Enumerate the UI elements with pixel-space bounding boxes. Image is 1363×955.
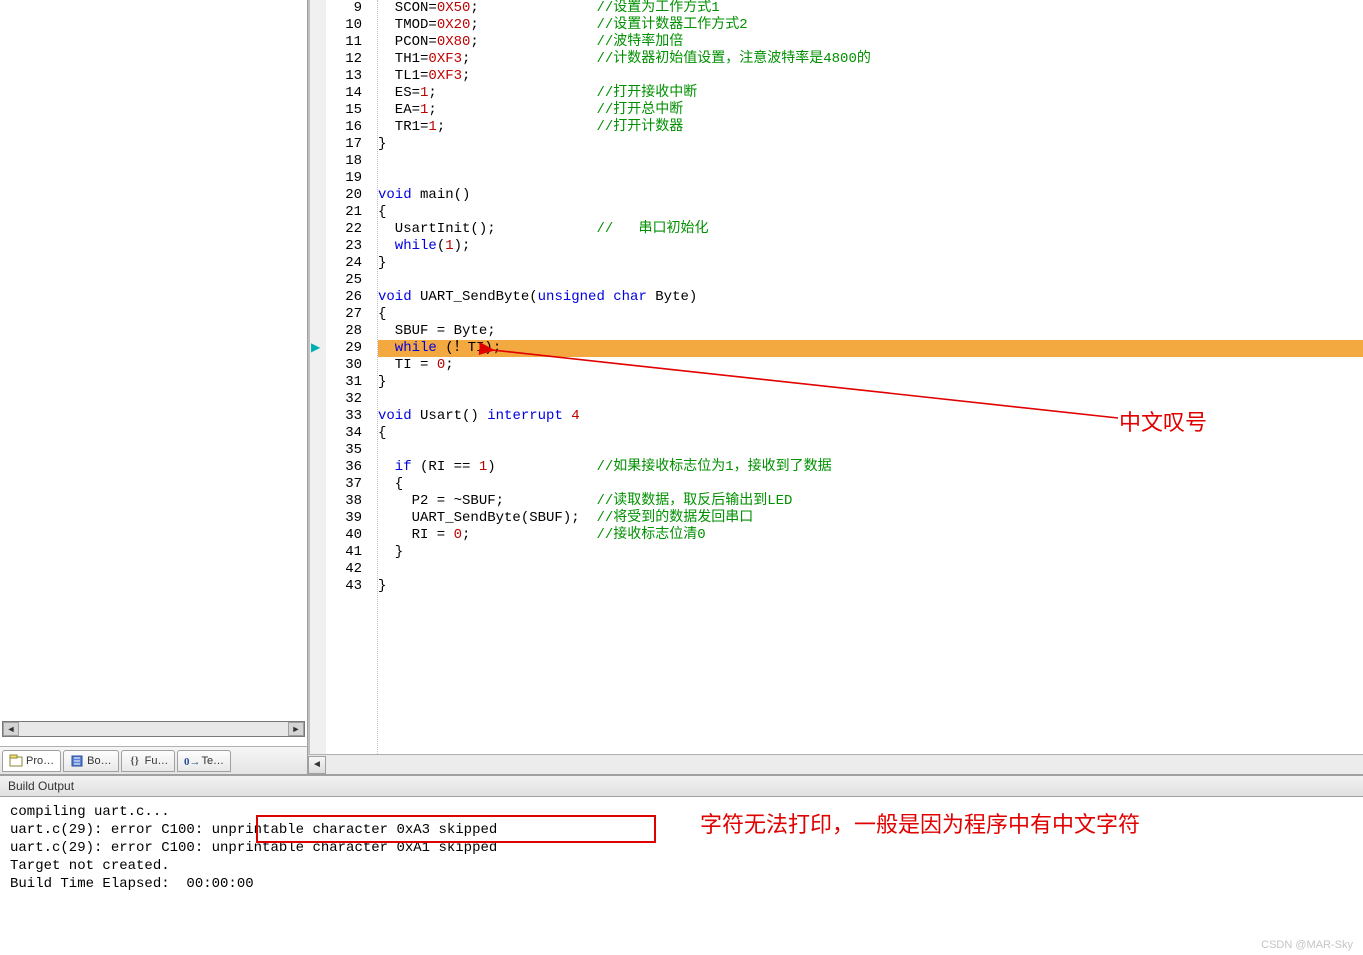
tab-label: Fu… xyxy=(145,755,169,767)
line-numbers: 9101112131415161718192021222324252627282… xyxy=(326,0,368,774)
project-hscroll[interactable]: ◄ ► xyxy=(2,721,305,737)
code-line[interactable] xyxy=(378,442,1363,459)
code-line[interactable]: { xyxy=(378,204,1363,221)
code-line[interactable]: SBUF = Byte; xyxy=(378,323,1363,340)
books-icon xyxy=(70,754,84,768)
project-icon xyxy=(9,754,23,768)
build-output-body[interactable]: 字符无法打印，一般是因为程序中有中文字符 compiling uart.c...… xyxy=(0,797,1363,927)
code-line[interactable] xyxy=(378,391,1363,408)
code-line[interactable]: RI = 0; //接收标志位清0 xyxy=(378,527,1363,544)
build-output-line[interactable]: compiling uart.c... xyxy=(10,803,1353,821)
code-line[interactable] xyxy=(378,272,1363,289)
tab-label: Te… xyxy=(201,755,224,767)
project-hscroll-row: ◄ ► xyxy=(0,719,307,739)
code-line[interactable]: P2 = ~SBUF; //读取数据，取反后输出到LED xyxy=(378,493,1363,510)
current-line-marker-icon: ▶ xyxy=(311,340,320,354)
code-line[interactable]: { xyxy=(378,306,1363,323)
code-line[interactable]: if (RI == 1) //如果接收标志位为1，接收到了数据 xyxy=(378,459,1363,476)
code-line[interactable]: } xyxy=(378,136,1363,153)
code-line[interactable]: void main() xyxy=(378,187,1363,204)
build-output-line[interactable]: Build Time Elapsed: 00:00:00 xyxy=(10,875,1353,893)
code-line[interactable]: { xyxy=(378,425,1363,442)
tab-functions[interactable]: {} Fu… xyxy=(121,750,176,772)
project-panel: ◄ ► Pro… Bo… {} Fu… xyxy=(0,0,308,774)
code-line[interactable]: } xyxy=(378,544,1363,561)
code-area[interactable]: SCON=0X50; //设置为工作方式1 TMOD=0X20; //设置计数器… xyxy=(378,0,1363,774)
code-line[interactable]: TH1=0XF3; //计数器初始值设置，注意波特率是4800的 xyxy=(378,51,1363,68)
fold-gutter xyxy=(368,0,378,774)
scroll-right-icon[interactable]: ► xyxy=(288,722,304,736)
editor-hscroll[interactable]: ◄ xyxy=(308,754,1363,774)
code-line[interactable]: } xyxy=(378,578,1363,595)
tab-templates[interactable]: 0→ Te… xyxy=(177,750,231,772)
scroll-left-icon[interactable]: ◄ xyxy=(308,756,326,774)
code-line[interactable]: TR1=1; //打开计数器 xyxy=(378,119,1363,136)
main-area: ◄ ► Pro… Bo… {} Fu… xyxy=(0,0,1363,775)
tab-label: Bo… xyxy=(87,755,111,767)
code-line[interactable]: ES=1; //打开接收中断 xyxy=(378,85,1363,102)
panel-tabs: Pro… Bo… {} Fu… 0→ Te… xyxy=(0,746,307,774)
tab-label: Pro… xyxy=(26,755,54,767)
tab-project[interactable]: Pro… xyxy=(2,750,61,772)
scroll-left-icon[interactable]: ◄ xyxy=(3,722,19,736)
code-line[interactable]: void UART_SendByte(unsigned char Byte) xyxy=(378,289,1363,306)
code-editor[interactable]: ▶ 91011121314151617181920212223242526272… xyxy=(308,0,1363,774)
code-line[interactable]: void Usart() interrupt 4 xyxy=(378,408,1363,425)
code-line[interactable]: while (！TI); xyxy=(378,340,1363,357)
code-line[interactable]: UART_SendByte(SBUF); //将受到的数据发回串口 xyxy=(378,510,1363,527)
code-line[interactable]: UsartInit(); // 串口初始化 xyxy=(378,221,1363,238)
code-line[interactable]: SCON=0X50; //设置为工作方式1 xyxy=(378,0,1363,17)
tab-books[interactable]: Bo… xyxy=(63,750,118,772)
code-line[interactable]: TMOD=0X20; //设置计数器工作方式2 xyxy=(378,17,1363,34)
scroll-track[interactable] xyxy=(326,756,1363,774)
code-line[interactable]: } xyxy=(378,374,1363,391)
build-output-title: Build Output xyxy=(0,775,1363,797)
code-line[interactable]: while(1); xyxy=(378,238,1363,255)
code-line[interactable]: PCON=0X80; //波特率加倍 xyxy=(378,34,1363,51)
code-line[interactable]: } xyxy=(378,255,1363,272)
svg-text:0→: 0→ xyxy=(184,756,198,768)
code-line[interactable]: { xyxy=(378,476,1363,493)
build-output-line[interactable]: uart.c(29): error C100: unprintable char… xyxy=(10,821,1353,839)
code-line[interactable] xyxy=(378,170,1363,187)
code-line[interactable]: TL1=0XF3; xyxy=(378,68,1363,85)
code-line[interactable] xyxy=(378,561,1363,578)
build-output-line[interactable]: Target not created. xyxy=(10,857,1353,875)
build-output-line[interactable]: uart.c(29): error C100: unprintable char… xyxy=(10,839,1353,857)
editor-margin: ▶ xyxy=(308,0,326,774)
code-line[interactable] xyxy=(378,153,1363,170)
code-line[interactable]: TI = 0; xyxy=(378,357,1363,374)
functions-icon: {} xyxy=(128,754,142,768)
templates-icon: 0→ xyxy=(184,754,198,768)
watermark: CSDN @MAR-Sky xyxy=(1261,939,1353,951)
code-line[interactable]: EA=1; //打开总中断 xyxy=(378,102,1363,119)
